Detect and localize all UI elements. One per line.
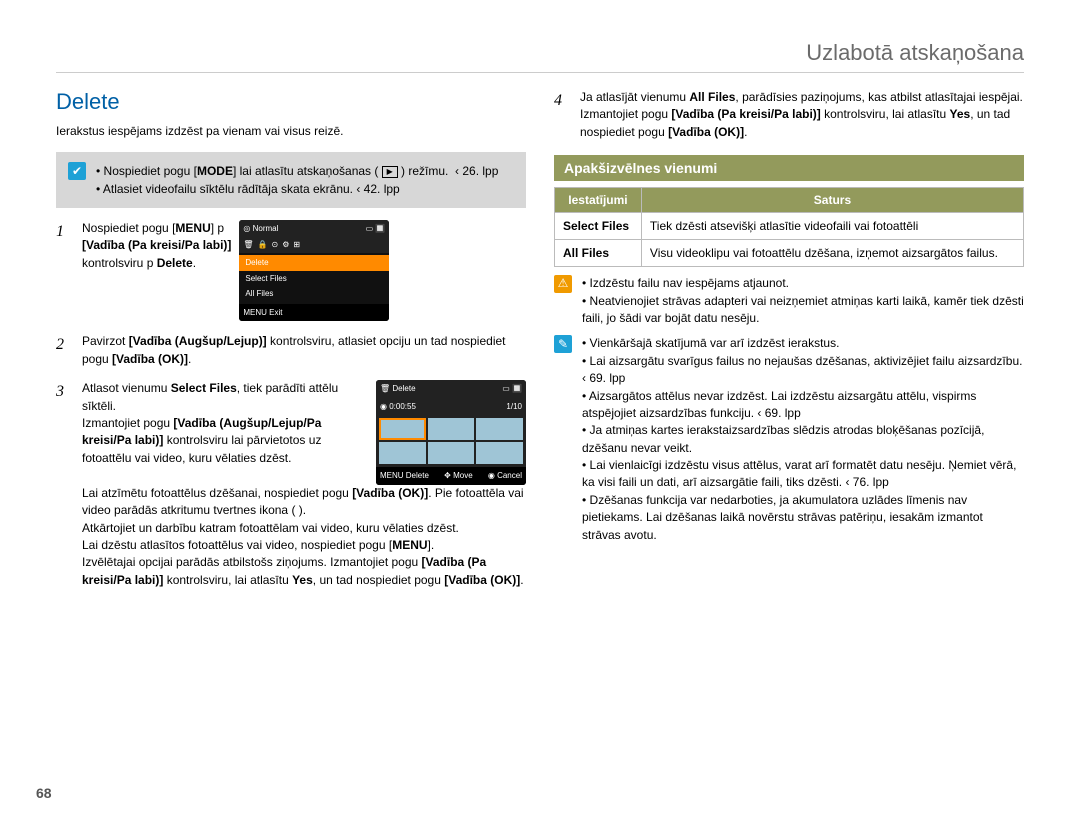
page-number: 68 (36, 785, 52, 801)
lcd-screenshot-thumbnails: 🗑 Delete▭ 🔲 ◉ 0:00:551/10 MENU Delete✥ M… (376, 380, 526, 485)
section-title: Delete (56, 89, 526, 115)
table-row: Select Files Tiek dzēsti atsevišķi atlas… (555, 213, 1024, 240)
play-mode-icon: ▶ (382, 166, 398, 178)
step-number: 2 (56, 333, 72, 368)
chapter-title: Uzlabotā atskaņošana (56, 40, 1024, 66)
lcd-screenshot-menu: ◎ Normal▭ 🔲 🗑🔒⊙⚙⊞ Delete Select Files Al… (239, 220, 389, 322)
step-number: 4 (554, 89, 570, 141)
step-1: 1 Nospiediet pogu [MENU] p [Vadība (Pa k… (56, 220, 526, 322)
step-2: 2 Pavirzot [Vadība (Augšup/Lejup)] kontr… (56, 333, 526, 368)
step-4: 4 Ja atlasījāt vienumu All Files, parādī… (554, 89, 1024, 141)
submenu-header: Apakšizvēlnes vienumi (554, 155, 1024, 181)
settings-table: Iestatījumi Saturs Select Files Tiek dzē… (554, 187, 1024, 267)
warning-note: ⚠ Izdzēstu failu nav iespējams atjaunot.… (554, 275, 1024, 327)
warning-icon: ⚠ (554, 275, 572, 293)
step-number: 3 (56, 380, 72, 589)
step-number: 1 (56, 220, 72, 322)
step-3: 3 Atlasot vienumu Select Files, tiek par… (56, 380, 526, 589)
info-icon: ✎ (554, 335, 572, 353)
mode-note-box: ✔ Nospiediet pogu [MODE] lai atlasītu at… (56, 152, 526, 208)
table-row: All Files Visu videoklipu vai fotoattēlu… (555, 240, 1024, 267)
divider (56, 72, 1024, 73)
info-note: ✎ Vienkāršajā skatījumā var arī izdzēst … (554, 335, 1024, 544)
intro-text: Ierakstus iespējams izdzēst pa vienam va… (56, 123, 526, 140)
table-header-content: Saturs (641, 188, 1023, 213)
table-header-settings: Iestatījumi (555, 188, 642, 213)
check-icon: ✔ (68, 162, 86, 180)
mode-note-list: Nospiediet pogu [MODE] lai atlasītu atsk… (96, 162, 498, 198)
